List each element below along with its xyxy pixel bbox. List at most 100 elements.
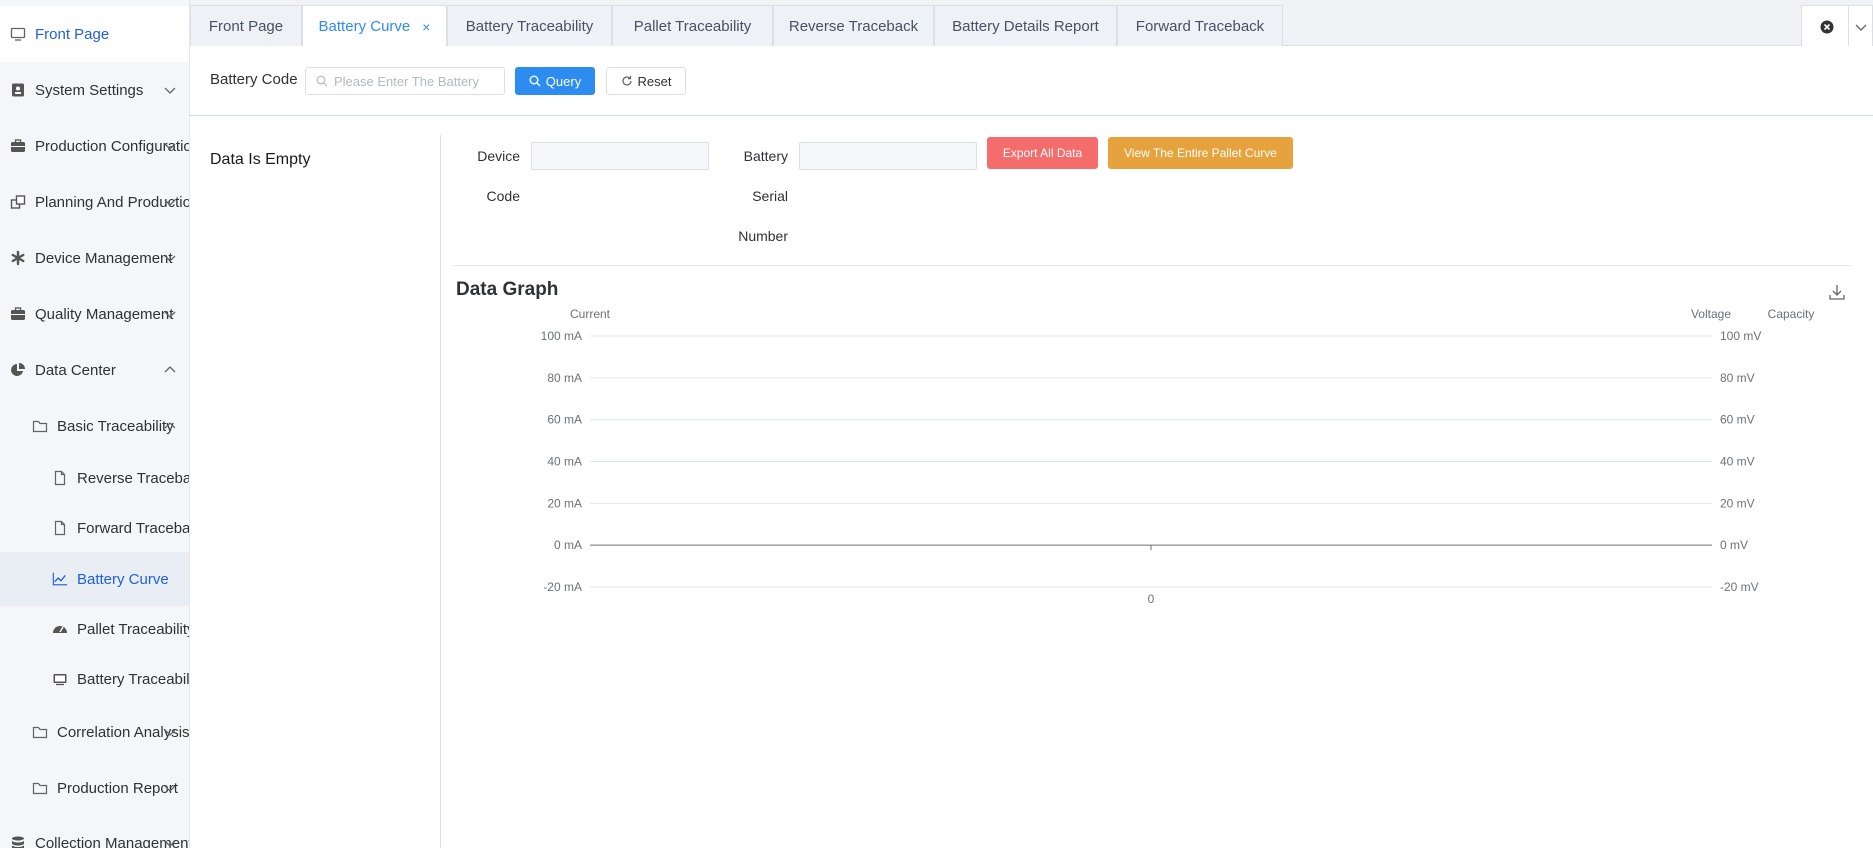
empty-text: Data Is Empty xyxy=(210,151,311,168)
divider xyxy=(452,265,1852,266)
sidebar-item-label: Battery Curve xyxy=(77,570,169,588)
chevron-up-icon xyxy=(164,366,176,373)
user-card-icon xyxy=(10,82,26,98)
document-icon xyxy=(52,470,68,486)
line-chart-icon xyxy=(52,571,68,587)
battery-serial-label-line1: Battery xyxy=(743,148,788,164)
graph-title: Data Graph xyxy=(456,279,559,300)
y-left-tick-label: 100 mA xyxy=(541,329,582,343)
sidebar-item-correlation-analysis[interactable]: Correlation Analysis xyxy=(0,704,189,760)
search-icon xyxy=(529,75,541,87)
y-right-tick-label: -20 mV xyxy=(1720,580,1759,594)
sidebar-item-battery-curve[interactable]: Battery Curve xyxy=(0,552,189,606)
search-icon xyxy=(316,75,328,87)
query-button[interactable]: Query xyxy=(515,67,595,95)
chevron-up-icon xyxy=(164,422,176,429)
sidebar-item-forward-traceback[interactable]: Forward Traceback xyxy=(0,501,190,555)
query-bar: Battery Code Query Reset xyxy=(190,46,1873,116)
sidebar-item-device-management[interactable]: Device Management xyxy=(0,230,189,286)
windows-icon xyxy=(10,194,26,210)
tab-bar: Front Page Battery Curve × Battery Trace… xyxy=(190,0,1873,47)
tab-label: Front Page xyxy=(208,17,284,35)
pallet-button-label: View The Entire Pallet Curve xyxy=(1124,146,1277,160)
sidebar-item-production-configuration[interactable]: Production Configuration xyxy=(0,118,189,174)
chevron-down-icon xyxy=(164,255,176,262)
monitor-icon xyxy=(10,26,26,42)
y-left-tick-label: -20 mA xyxy=(543,580,582,594)
y-right-axis-name: Voltage xyxy=(1691,307,1731,321)
sidebar-item-system-settings[interactable]: System Settings xyxy=(0,62,189,118)
sidebar-item-label: System Settings xyxy=(35,81,144,99)
y-right-tick-label: 100 mV xyxy=(1720,329,1761,343)
y-right-tick-label: 60 mV xyxy=(1720,413,1755,427)
tab-pallet-traceability[interactable]: Pallet Traceability xyxy=(612,5,773,46)
sidebar-item-production-report[interactable]: Production Report xyxy=(0,760,189,816)
tab-reverse-traceback[interactable]: Reverse Traceback xyxy=(773,5,934,46)
gauge-icon xyxy=(52,621,68,637)
sidebar: Front Page System Settings Production Co… xyxy=(0,0,190,848)
tab-label: Battery Details Report xyxy=(952,17,1099,35)
briefcase-icon xyxy=(10,306,26,322)
tab-battery-curve[interactable]: Battery Curve × xyxy=(302,5,447,47)
database-icon xyxy=(10,835,26,848)
sidebar-item-label: Data Center xyxy=(35,361,116,379)
close-icon[interactable]: × xyxy=(422,19,430,35)
folder-icon xyxy=(32,418,48,434)
tab-battery-details-report[interactable]: Battery Details Report xyxy=(934,5,1117,46)
device-code-label-line2: Code xyxy=(486,188,520,204)
reset-button[interactable]: Reset xyxy=(606,67,686,95)
tab-label: Pallet Traceability xyxy=(633,17,752,35)
battery-serial-number-field[interactable] xyxy=(799,142,977,170)
battery-code-label: Battery Code xyxy=(210,71,298,88)
battery-serial-label-line3: Number xyxy=(738,228,788,244)
sidebar-item-pallet-traceability[interactable]: Pallet Traceability xyxy=(0,602,190,656)
y-left-tick-label: 40 mA xyxy=(547,455,582,469)
sidebar-item-collection-management[interactable]: Collection Management xyxy=(0,815,189,848)
sidebar-item-data-center[interactable]: Data Center xyxy=(0,342,189,398)
sidebar-item-label: Front Page xyxy=(35,25,110,43)
battery-code-input[interactable] xyxy=(334,73,494,89)
monitor-icon xyxy=(52,671,68,687)
view-pallet-curve-button[interactable]: View The Entire Pallet Curve xyxy=(1108,137,1293,169)
sidebar-item-label: Device Management xyxy=(35,249,173,267)
sidebar-item-label: Production Report xyxy=(57,779,178,797)
folder-icon xyxy=(32,780,48,796)
tab-forward-traceback[interactable]: Forward Traceback xyxy=(1117,5,1283,46)
sidebar-item-basic-traceability[interactable]: Basic Traceability xyxy=(0,398,189,454)
y-left-tick-label: 60 mA xyxy=(547,413,582,427)
sidebar-item-planning-and-production[interactable]: Planning And Production xyxy=(0,174,189,230)
folder-icon xyxy=(32,724,48,740)
reset-button-label: Reset xyxy=(637,73,672,89)
tab-label: Forward Traceback xyxy=(1135,17,1265,35)
battery-code-input-wrapper xyxy=(305,67,505,95)
download-icon[interactable] xyxy=(1828,283,1846,301)
sidebar-item-reverse-traceback[interactable]: Reverse Traceback xyxy=(0,451,189,505)
sidebar-item-front-page[interactable]: Front Page xyxy=(0,6,189,62)
sidebar-item-quality-management[interactable]: Quality Management xyxy=(0,286,189,342)
export-all-data-button[interactable]: Export All Data xyxy=(987,137,1098,169)
device-code-label-line1: Device xyxy=(477,148,520,164)
asterisk-icon xyxy=(10,250,26,266)
close-all-icon[interactable] xyxy=(1819,19,1835,35)
y-right-tick-label: 80 mV xyxy=(1720,371,1755,385)
sidebar-item-label: Reverse Traceback xyxy=(77,469,189,487)
x-tick-label: 0 xyxy=(1148,592,1155,606)
briefcase-icon xyxy=(10,138,26,154)
y-left-axis-name: Current xyxy=(570,307,611,321)
sidebar-item-label: Forward Traceback xyxy=(77,519,190,537)
sidebar-item-label: Pallet Traceability xyxy=(77,620,190,638)
tab-front-page[interactable]: Front Page xyxy=(190,5,302,46)
chevron-down-icon[interactable] xyxy=(1854,20,1868,34)
document-icon xyxy=(52,520,68,536)
sidebar-item-label: Basic Traceability xyxy=(57,417,174,435)
chevron-down-icon xyxy=(164,143,176,150)
sidebar-item-label: Battery Traceability xyxy=(77,670,190,688)
chevron-down-icon xyxy=(164,840,176,847)
device-code-field[interactable] xyxy=(531,142,709,170)
sidebar-item-battery-traceability[interactable]: Battery Traceability xyxy=(0,652,190,706)
y-right-axis-name: Capacity xyxy=(1768,307,1815,321)
pie-chart-icon xyxy=(10,362,26,378)
battery-serial-label-line2: Serial xyxy=(752,188,788,204)
tab-battery-traceability[interactable]: Battery Traceability xyxy=(447,5,612,46)
sidebar-item-label: Quality Management xyxy=(35,305,174,323)
